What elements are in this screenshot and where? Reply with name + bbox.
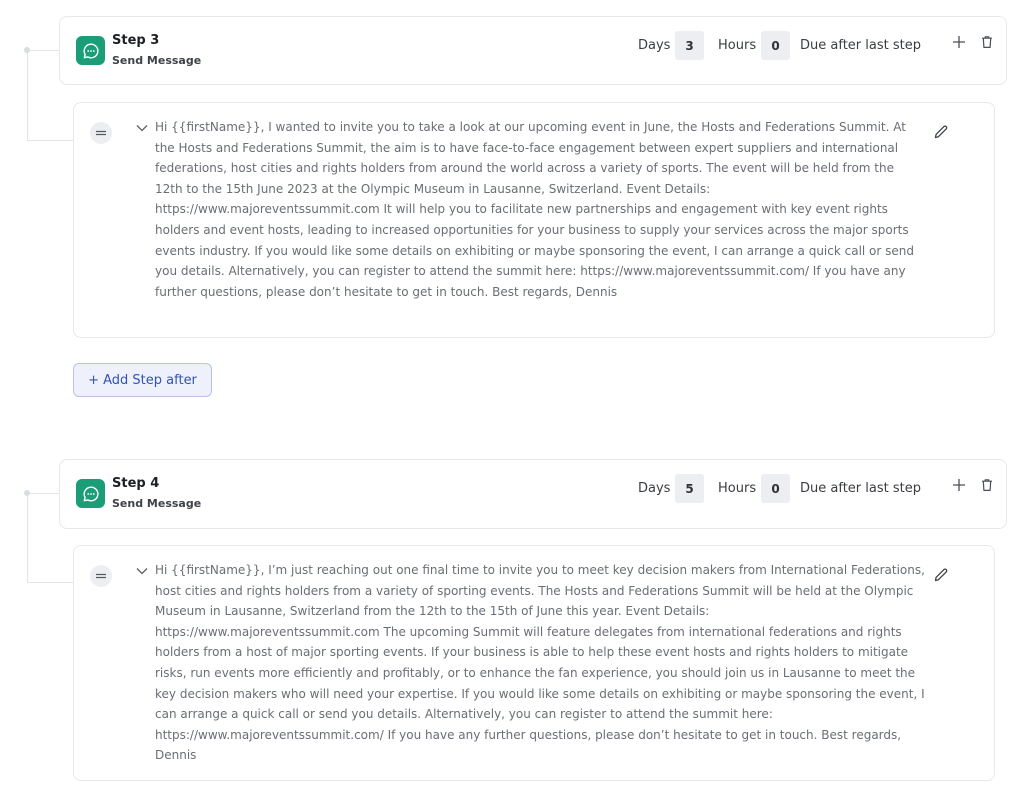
trash-icon[interactable] [978, 33, 996, 51]
step-header-card: Step 3 Send Message Days 3 Hours 0 Due a… [59, 16, 1007, 85]
message-card: Hi {{firstName}}, I wanted to invite you… [73, 102, 995, 338]
step-title: Step 3 [112, 33, 160, 48]
days-label: Days [638, 481, 671, 496]
step-type: Send Message [112, 54, 202, 67]
tree-connector [27, 140, 73, 141]
due-label: Due after last step [800, 38, 921, 53]
tree-connector [27, 582, 73, 583]
due-label: Due after last step [800, 481, 921, 496]
hours-input[interactable]: 0 [761, 31, 790, 60]
trash-icon[interactable] [978, 476, 996, 494]
pencil-icon[interactable] [932, 123, 950, 141]
drag-handle-icon[interactable] [90, 122, 112, 144]
chevron-down-icon[interactable] [135, 564, 149, 578]
pencil-icon[interactable] [932, 566, 950, 584]
hours-input[interactable]: 0 [761, 474, 790, 503]
days-input[interactable]: 5 [675, 474, 704, 503]
hours-label: Hours [718, 38, 757, 53]
step-header-card: Step 4 Send Message Days 5 Hours 0 Due a… [59, 459, 1007, 529]
step-type: Send Message [112, 497, 202, 510]
message-card: Hi {{firstName}}, I’m just reaching out … [73, 545, 995, 781]
tree-connector [27, 493, 28, 583]
step-title: Step 4 [112, 476, 160, 491]
days-input[interactable]: 3 [675, 31, 704, 60]
message-body: Hi {{firstName}}, I’m just reaching out … [155, 563, 925, 763]
chat-bubble-icon [76, 36, 105, 65]
drag-handle-icon[interactable] [90, 565, 112, 587]
tree-connector [27, 50, 28, 141]
add-step-button[interactable]: + Add Step after [73, 363, 212, 397]
message-body: Hi {{firstName}}, I wanted to invite you… [155, 120, 914, 299]
plus-icon[interactable] [950, 476, 968, 494]
tree-node-dot [24, 490, 30, 496]
tree-connector [27, 50, 59, 51]
tree-connector [27, 493, 59, 494]
chevron-down-icon[interactable] [135, 121, 149, 135]
chat-bubble-icon [76, 479, 105, 508]
tree-node-dot [24, 47, 30, 53]
hours-label: Hours [718, 481, 757, 496]
days-label: Days [638, 38, 671, 53]
plus-icon[interactable] [950, 33, 968, 51]
